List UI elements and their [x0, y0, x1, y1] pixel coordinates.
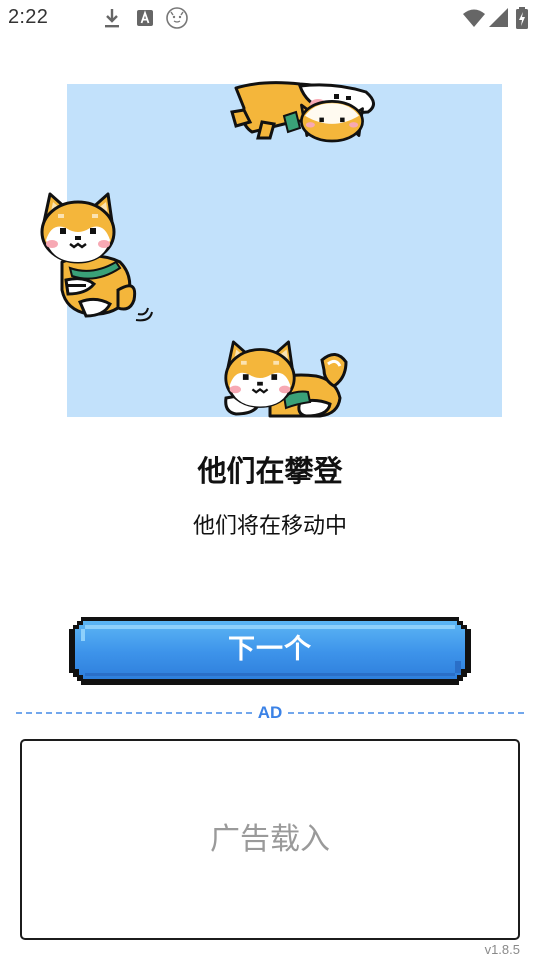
ad-loading-text: 广告载入	[210, 822, 330, 857]
status-bar: 2:22	[0, 0, 540, 36]
illustration-panel	[67, 84, 502, 417]
battery-charging-icon	[514, 6, 530, 30]
ad-label: AD	[257, 703, 283, 722]
ad-container[interactable]: 广告载入	[20, 739, 520, 940]
screen-subtitle: 他们将在移动中	[192, 514, 347, 539]
download-icon	[100, 6, 124, 30]
ad-divider-line-left	[16, 712, 252, 714]
status-time: 2:22	[8, 6, 49, 28]
version-label: v1.8.5	[484, 942, 520, 957]
wifi-icon	[462, 6, 486, 30]
next-button-label: 下一个	[228, 634, 312, 665]
next-button[interactable]: 下一个	[69, 617, 471, 685]
ad-divider: AD	[16, 703, 524, 723]
screen-title: 他们在攀登	[197, 454, 343, 488]
ad-divider-line-right	[288, 712, 524, 714]
shiba-app-icon	[165, 6, 189, 30]
a-letter-icon	[133, 6, 157, 30]
cellular-signal-icon	[487, 6, 511, 30]
